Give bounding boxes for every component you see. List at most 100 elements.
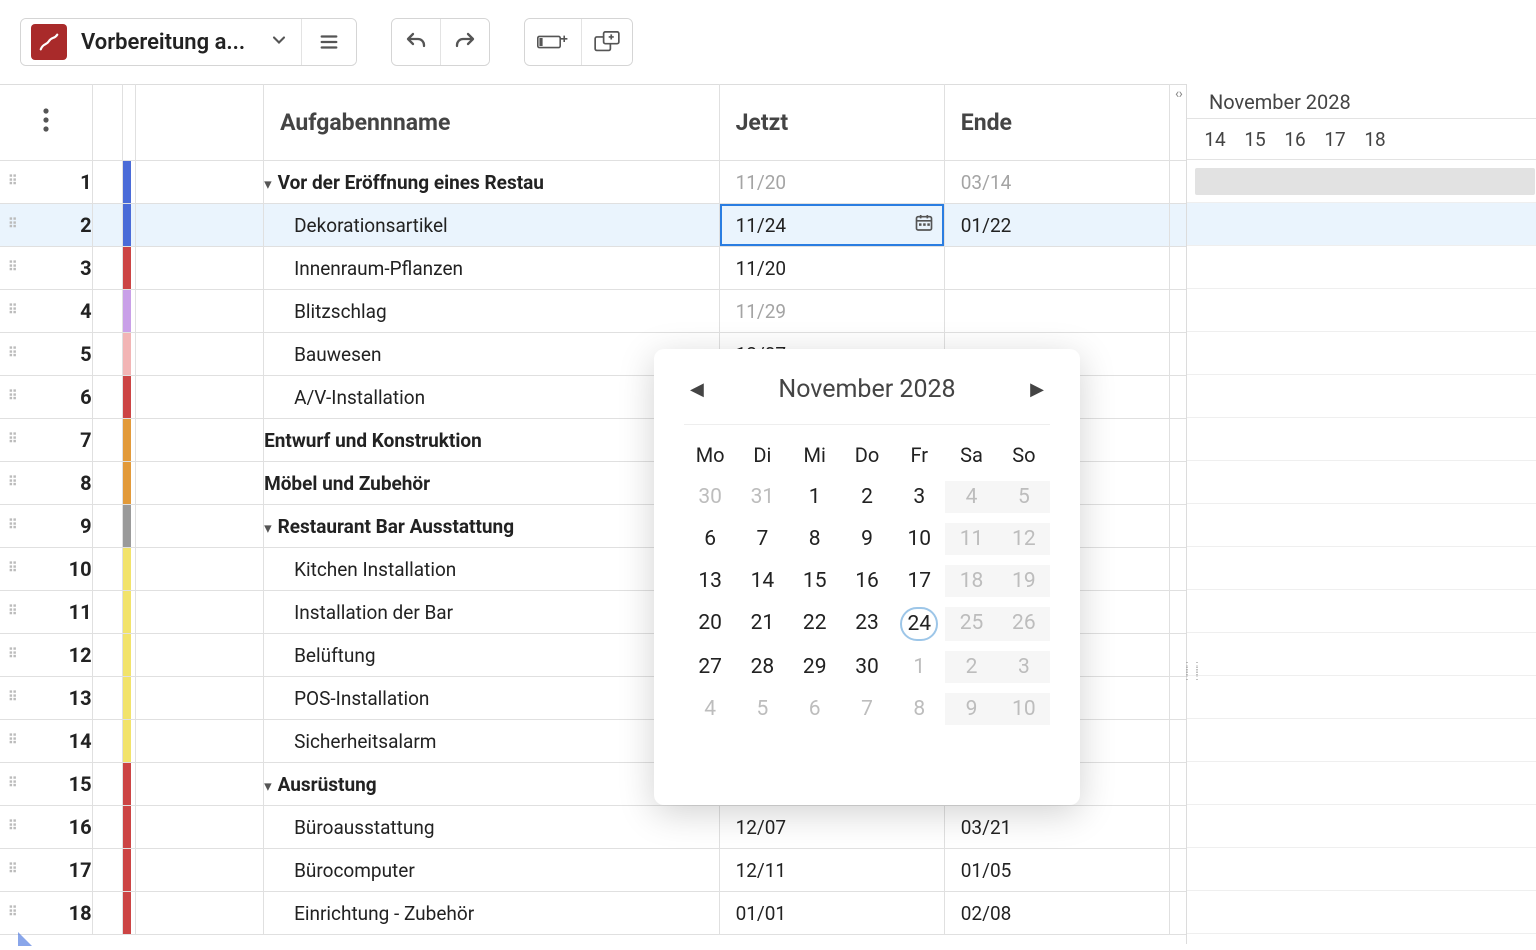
- task-name-cell[interactable]: ▾Restaurant Bar Ausstattung: [264, 505, 720, 548]
- drag-handle-icon[interactable]: ⠿: [8, 566, 19, 572]
- datepicker-next-button[interactable]: ▶: [1030, 379, 1044, 400]
- start-date-cell[interactable]: 12/07: [719, 806, 944, 849]
- row-number-cell[interactable]: ⠿5: [0, 333, 92, 376]
- datepicker-day[interactable]: 5: [736, 693, 788, 725]
- row-number-cell[interactable]: ⠿7: [0, 419, 92, 462]
- datepicker-day[interactable]: 9: [945, 693, 997, 725]
- datepicker-day[interactable]: 23: [841, 607, 893, 641]
- drag-handle-icon[interactable]: ⠿: [8, 609, 19, 615]
- datepicker-day[interactable]: 5: [998, 481, 1050, 513]
- row-number-cell[interactable]: ⠿10: [0, 548, 92, 591]
- datepicker-day[interactable]: 2: [841, 481, 893, 513]
- start-date-cell[interactable]: 12/11: [719, 849, 944, 892]
- start-date-cell[interactable]: 11/29: [719, 290, 944, 333]
- expand-cell[interactable]: [92, 505, 123, 548]
- redo-button[interactable]: [440, 19, 489, 65]
- task-name-cell[interactable]: Bauwesen: [264, 333, 720, 376]
- end-date-cell[interactable]: 02/08: [944, 892, 1169, 935]
- drag-handle-icon[interactable]: ⠿: [8, 738, 19, 744]
- row-number-cell[interactable]: ⠿15: [0, 763, 92, 806]
- drag-handle-icon[interactable]: ⠿: [8, 695, 19, 701]
- end-date-cell[interactable]: [944, 247, 1169, 290]
- drag-handle-icon[interactable]: ⠿: [8, 910, 19, 916]
- datepicker-day[interactable]: 10: [998, 693, 1050, 725]
- drag-handle-icon[interactable]: ⠿: [8, 351, 19, 357]
- row-number-cell[interactable]: ⠿3: [0, 247, 92, 290]
- drag-handle-icon[interactable]: ⠿: [8, 437, 19, 443]
- menu-button[interactable]: [301, 19, 356, 65]
- expand-cell[interactable]: [92, 763, 123, 806]
- drag-handle-icon[interactable]: ⠿: [8, 394, 19, 400]
- datepicker-day[interactable]: 3: [998, 651, 1050, 683]
- datepicker-day[interactable]: 27: [684, 651, 736, 683]
- datepicker-day[interactable]: 24: [900, 607, 938, 641]
- row-number-cell[interactable]: ⠿2: [0, 204, 92, 247]
- start-date-cell[interactable]: 01/01: [719, 892, 944, 935]
- drag-handle-icon[interactable]: ⠿: [8, 222, 19, 228]
- end-date-cell[interactable]: 01/05: [944, 849, 1169, 892]
- datepicker-day[interactable]: 21: [736, 607, 788, 641]
- datepicker-day[interactable]: 6: [789, 693, 841, 725]
- drag-handle-icon[interactable]: ⠿: [8, 480, 19, 486]
- undo-button[interactable]: [392, 19, 440, 65]
- row-number-cell[interactable]: ⠿17: [0, 849, 92, 892]
- datepicker-day[interactable]: 25: [945, 607, 997, 641]
- drag-handle-icon[interactable]: ⠿: [8, 867, 19, 873]
- datepicker-day[interactable]: 2: [945, 651, 997, 683]
- task-name-cell[interactable]: Kitchen Installation: [264, 548, 720, 591]
- datepicker-day[interactable]: 28: [736, 651, 788, 683]
- datepicker-day[interactable]: 11: [945, 523, 997, 555]
- splitter-handle-icon[interactable]: ⋮⋮⋮⋮⋮⋮: [1182, 664, 1192, 688]
- row-number-cell[interactable]: ⠿11: [0, 591, 92, 634]
- expand-cell[interactable]: [92, 161, 123, 204]
- start-date-cell[interactable]: 11/20: [719, 247, 944, 290]
- start-date-cell[interactable]: 11/20: [719, 161, 944, 204]
- task-name-cell[interactable]: Entwurf und Konstruktion: [264, 419, 720, 462]
- datepicker-day[interactable]: 4: [684, 693, 736, 725]
- task-name-cell[interactable]: Sicherheitsalarm: [264, 720, 720, 763]
- task-name-cell[interactable]: POS-Installation: [264, 677, 720, 720]
- datepicker-day[interactable]: 6: [684, 523, 736, 555]
- task-name-cell[interactable]: Blitzschlag: [264, 290, 720, 333]
- start-date-cell[interactable]: 11/24: [719, 204, 944, 247]
- datepicker-day[interactable]: 9: [841, 523, 893, 555]
- drag-handle-icon[interactable]: ⠿: [8, 652, 19, 658]
- end-date-cell[interactable]: 03/14: [944, 161, 1169, 204]
- calendar-icon[interactable]: [914, 213, 934, 238]
- datepicker-day[interactable]: 12: [998, 523, 1050, 555]
- column-header-end[interactable]: Ende: [944, 85, 1169, 161]
- datepicker-day[interactable]: 1: [893, 651, 945, 683]
- task-name-cell[interactable]: ▾Vor der Eröffnung eines Restau: [264, 161, 720, 204]
- collapse-icon[interactable]: ▾: [264, 519, 272, 537]
- drag-handle-icon[interactable]: ⠿: [8, 308, 19, 314]
- datepicker-day[interactable]: 19: [998, 565, 1050, 597]
- datepicker-day[interactable]: 30: [684, 481, 736, 513]
- column-header-start[interactable]: Jetzt: [719, 85, 944, 161]
- task-name-cell[interactable]: A/V-Installation: [264, 376, 720, 419]
- task-name-cell[interactable]: Möbel und Zubehör: [264, 462, 720, 505]
- drag-handle-icon[interactable]: ⠿: [8, 265, 19, 271]
- datepicker-prev-button[interactable]: ◀: [690, 379, 704, 400]
- insert-widget-button[interactable]: [581, 19, 632, 65]
- row-number-cell[interactable]: ⠿8: [0, 462, 92, 505]
- task-name-cell[interactable]: ▾Ausrüstung: [264, 763, 720, 806]
- collapse-icon[interactable]: ▾: [264, 777, 272, 795]
- datepicker-day[interactable]: 4: [945, 481, 997, 513]
- row-number-cell[interactable]: ⠿4: [0, 290, 92, 333]
- task-name-cell[interactable]: Bürocomputer: [264, 849, 720, 892]
- task-name-cell[interactable]: Einrichtung - Zubehör: [264, 892, 720, 935]
- collapse-icon[interactable]: ▾: [264, 175, 272, 193]
- row-number-cell[interactable]: ⠿1: [0, 161, 92, 204]
- datepicker-day[interactable]: 3: [893, 481, 945, 513]
- datepicker-day[interactable]: 13: [684, 565, 736, 597]
- task-name-cell[interactable]: Dekorationsartikel: [264, 204, 720, 247]
- row-number-cell[interactable]: ⠿14: [0, 720, 92, 763]
- task-name-cell[interactable]: Installation der Bar: [264, 591, 720, 634]
- datepicker-day[interactable]: 14: [736, 565, 788, 597]
- datepicker-day[interactable]: 18: [945, 565, 997, 597]
- drag-handle-icon[interactable]: ⠿: [8, 781, 19, 787]
- datepicker-day[interactable]: 30: [841, 651, 893, 683]
- gantt-nav-icon[interactable]: ‹ ›: [1175, 86, 1181, 102]
- datepicker-day[interactable]: 1: [789, 481, 841, 513]
- datepicker-day[interactable]: 31: [736, 481, 788, 513]
